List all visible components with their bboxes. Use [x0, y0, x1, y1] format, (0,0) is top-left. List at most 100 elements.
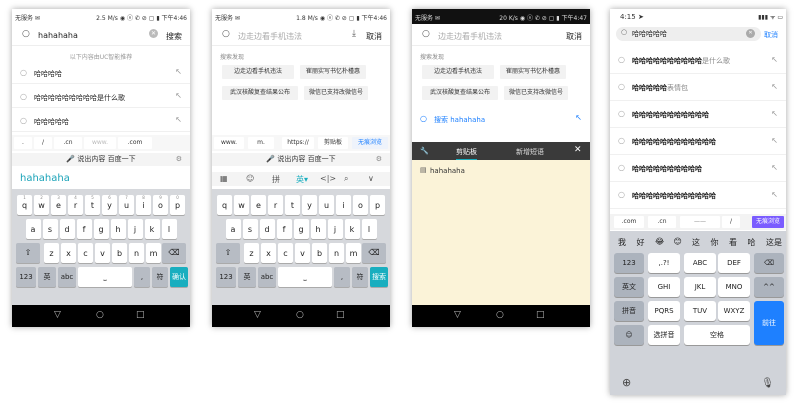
- ios-key[interactable]: 拼音: [614, 301, 644, 321]
- clipboard-item[interactable]: hahahaha: [430, 167, 465, 175]
- incognito-key[interactable]: 无痕浏览: [352, 137, 388, 149]
- key-e[interactable]: e: [251, 195, 266, 215]
- arrow-up-left-icon[interactable]: ↖: [771, 190, 778, 199]
- bottom-key[interactable]: 英: [238, 267, 256, 287]
- arrow-up-left-icon[interactable]: ↖: [771, 109, 778, 118]
- voice-bar[interactable]: 🎤 说出内容 百度一下 ⚙: [212, 153, 390, 166]
- key-z[interactable]: z: [244, 243, 259, 263]
- key-d[interactable]: d: [59, 219, 75, 239]
- key-l[interactable]: l: [361, 219, 377, 239]
- hot-chip[interactable]: 武汉核酸复查结果公布: [422, 86, 498, 100]
- download-icon[interactable]: ⤓: [352, 29, 356, 39]
- quick-key[interactable]: .cn: [54, 137, 82, 149]
- search-input[interactable]: hahahaha: [38, 31, 78, 40]
- emoji-icon[interactable]: ☺: [246, 174, 254, 183]
- recents-icon[interactable]: □: [536, 310, 545, 320]
- search-icon[interactable]: ⌕: [344, 174, 348, 184]
- bottom-key[interactable]: 英: [38, 267, 56, 287]
- quick-key[interactable]: ——: [680, 216, 720, 228]
- backspace-key[interactable]: ⌫: [362, 243, 386, 263]
- clear-icon[interactable]: ✕: [746, 29, 755, 38]
- hot-chip[interactable]: 崔丽实写书忆朴槿惠: [300, 65, 366, 79]
- ios-key[interactable]: ABC: [684, 253, 716, 273]
- tab-clipboard[interactable]: 剪贴板: [456, 147, 477, 160]
- quick-key[interactable]: https://: [282, 137, 314, 149]
- candidate[interactable]: 你: [711, 237, 719, 248]
- key-n[interactable]: n: [329, 243, 344, 263]
- close-icon[interactable]: ✕: [574, 145, 582, 155]
- incognito-key[interactable]: 无痕浏览: [752, 216, 784, 228]
- cancel-button[interactable]: 取消: [764, 30, 778, 40]
- home-icon[interactable]: ○: [96, 310, 104, 320]
- hot-chip[interactable]: 边走边看手机违法: [422, 65, 494, 79]
- ios-key[interactable]: GHI: [648, 277, 680, 297]
- bottom-key[interactable]: abc: [58, 267, 76, 287]
- key-u[interactable]: 7u: [119, 195, 134, 215]
- ios-key[interactable]: DEF: [718, 253, 750, 273]
- home-icon[interactable]: ○: [496, 310, 504, 320]
- ios-key[interactable]: 选拼音: [648, 325, 680, 345]
- key-k[interactable]: k: [144, 219, 160, 239]
- suggestion-item[interactable]: ○ 哈哈哈哈 ↖: [12, 62, 190, 84]
- shift-key[interactable]: ⇧: [216, 243, 240, 263]
- key-b[interactable]: b: [112, 243, 127, 263]
- key-u[interactable]: u: [319, 195, 334, 215]
- quick-key[interactable]: m.: [248, 137, 274, 149]
- key-c[interactable]: c: [278, 243, 293, 263]
- candidate[interactable]: 看: [729, 237, 737, 248]
- arrow-up-left-icon[interactable]: ↖: [771, 55, 778, 64]
- key-c[interactable]: c: [78, 243, 93, 263]
- candidate[interactable]: 哈: [748, 237, 756, 248]
- search-bar[interactable]: ○ hahahaha ✕ 搜索: [12, 26, 190, 46]
- quick-key[interactable]: .com: [118, 137, 152, 149]
- search-bar[interactable]: ○ 边走边看手机违法 ⤓ 取消: [212, 26, 390, 46]
- key-a[interactable]: a: [25, 219, 41, 239]
- recents-icon[interactable]: □: [336, 310, 345, 320]
- suggestion-item[interactable]: ○ 哈哈哈哈哈哈哈哈哈哈哈哈 ↖: [610, 128, 786, 155]
- search-input[interactable]: 边走边看手机违法: [238, 31, 302, 42]
- key-f[interactable]: f: [76, 219, 92, 239]
- arrow-up-left-icon[interactable]: ↖: [771, 82, 778, 91]
- key-s[interactable]: s: [42, 219, 58, 239]
- key-g[interactable]: g: [293, 219, 309, 239]
- search-button[interactable]: 搜索: [166, 31, 182, 42]
- grid-icon[interactable]: ▦: [220, 174, 228, 183]
- bottom-key[interactable]: 确认: [170, 267, 188, 287]
- quick-key[interactable]: /: [34, 137, 52, 149]
- arrow-up-left-icon[interactable]: ↖: [175, 115, 182, 124]
- quick-key[interactable]: /: [722, 216, 740, 228]
- key-o[interactable]: o: [353, 195, 368, 215]
- clear-icon[interactable]: ✕: [149, 29, 158, 38]
- suggestion-item[interactable]: ○ 哈哈哈哈哈哈哈哈哈哈是什么歌 ↖: [610, 47, 786, 74]
- key-i[interactable]: 8i: [136, 195, 151, 215]
- key-s[interactable]: s: [242, 219, 258, 239]
- key-v[interactable]: v: [295, 243, 310, 263]
- suggestion-item[interactable]: ○ 哈哈哈哈哈哈哈哈哈是什么歌 ↖: [12, 86, 190, 108]
- key-j[interactable]: j: [127, 219, 143, 239]
- clipboard-key[interactable]: 剪贴板: [318, 137, 348, 149]
- key-x[interactable]: x: [261, 243, 276, 263]
- bottom-key[interactable]: 123: [216, 267, 236, 287]
- home-icon[interactable]: ○: [296, 310, 304, 320]
- voice-bar[interactable]: 🎤 说出内容 百度一下 ⚙: [12, 153, 190, 166]
- collapse-icon[interactable]: ∨: [368, 174, 374, 183]
- quick-key[interactable]: .com: [614, 216, 644, 228]
- key-b[interactable]: b: [312, 243, 327, 263]
- search-suggestion-link[interactable]: ○ 搜索 hahahaha ↖: [412, 108, 590, 130]
- suggestion-item[interactable]: ○ 哈哈哈哈哈哈哈哈哈哈 ↖: [610, 155, 786, 182]
- key-p[interactable]: 0p: [170, 195, 185, 215]
- suggestion-item[interactable]: ○ 哈哈哈哈哈 ↖: [12, 110, 190, 132]
- bottom-key[interactable]: ,: [134, 267, 150, 287]
- hot-chip[interactable]: 武汉核酸复查结果公布: [222, 86, 298, 100]
- quick-key[interactable]: www.: [214, 137, 244, 149]
- key-d[interactable]: d: [259, 219, 275, 239]
- key-n[interactable]: n: [129, 243, 144, 263]
- gear-icon[interactable]: ⚙: [176, 153, 182, 166]
- arrow-up-left-icon[interactable]: ↖: [175, 67, 182, 76]
- arrow-up-left-icon[interactable]: ↖: [575, 113, 582, 122]
- ios-key[interactable]: 123: [614, 253, 644, 273]
- key-r[interactable]: r: [268, 195, 283, 215]
- hot-chip[interactable]: 微信已支持改微信号: [504, 86, 568, 100]
- backspace-key[interactable]: ⌫: [162, 243, 186, 263]
- search-input[interactable]: 哈哈哈哈哈: [632, 29, 667, 39]
